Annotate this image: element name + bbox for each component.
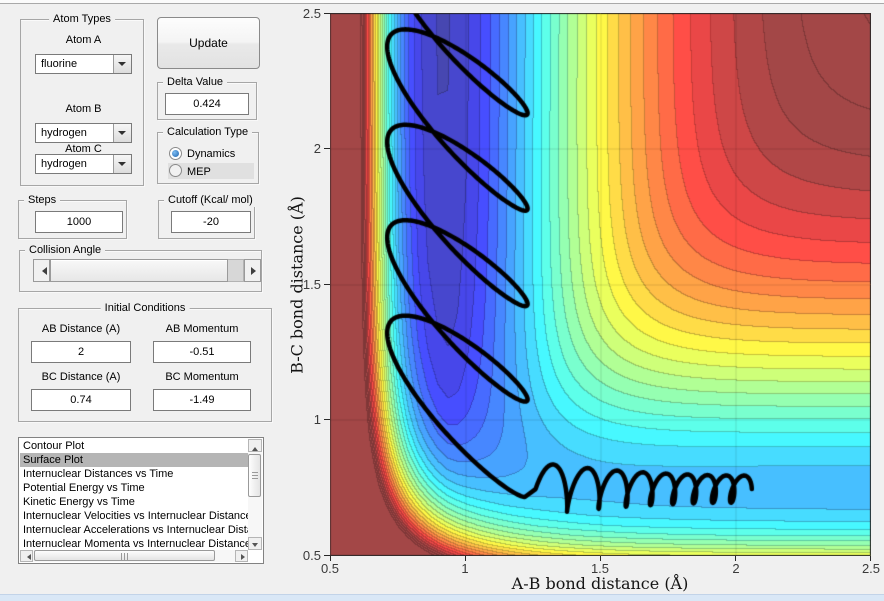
y-tick-label: 2.5 [302, 6, 321, 21]
atom-b-value: hydrogen [41, 127, 87, 139]
list-item[interactable]: Potential Energy vs Time [20, 481, 248, 495]
atom-b-label: Atom B [65, 103, 102, 115]
plot-type-listbox[interactable]: Contour Plot Surface Plot Internuclear D… [18, 437, 264, 564]
initial-conditions-groupbox: Initial Conditions AB Distance (A) AB Mo… [18, 302, 272, 422]
x-axis-label: A-B bond distance (Å) [511, 574, 689, 593]
y-tickmark [324, 148, 330, 149]
slider-left-arrow-button[interactable] [33, 259, 50, 282]
horizontal-scroll-thumb[interactable] [34, 550, 215, 561]
update-button[interactable]: Update [157, 17, 260, 69]
bc-distance-label: BC Distance (A) [41, 371, 121, 383]
app-window: Atom Types Atom A fluorine Atom B hydrog… [0, 0, 884, 601]
bc-momentum-field[interactable]: -1.49 [153, 389, 251, 411]
list-item[interactable]: Kinetic Energy vs Time [20, 495, 248, 509]
bc-distance-field[interactable]: 0.74 [31, 389, 131, 411]
steps-title: Steps [24, 194, 61, 207]
mep-radio-label: MEP [187, 166, 211, 178]
listbox-vertical-scrollbar[interactable] [248, 439, 262, 550]
list-item[interactable]: Internuclear Velocities vs Internuclear … [20, 509, 248, 523]
cutoff-title: Cutoff (Kcal/ mol) [164, 194, 257, 207]
window-bottom-edge [0, 594, 884, 601]
x-tickmark [735, 556, 736, 561]
scroll-down-button[interactable] [248, 537, 262, 550]
list-item-selected[interactable]: Surface Plot [20, 453, 248, 467]
atom-a-dropdown-button[interactable] [113, 55, 131, 73]
ab-distance-label: AB Distance (A) [41, 323, 121, 335]
y-tick-label: 0.5 [302, 548, 321, 563]
pes-contour-plot [330, 13, 871, 556]
mep-radio[interactable] [169, 164, 182, 177]
scroll-right-button[interactable] [235, 550, 248, 562]
atom-a-dropdown[interactable]: fluorine [35, 54, 132, 74]
list-item[interactable]: Internuclear Distances vs Time [20, 467, 248, 481]
arrow-right-icon [241, 554, 248, 560]
ab-momentum-label: AB Momentum [165, 323, 239, 335]
y-tickmark [324, 555, 330, 556]
delta-value-title: Delta Value [163, 76, 228, 89]
steps-field[interactable]: 1000 [35, 211, 123, 233]
calculation-type-groupbox: Calculation Type Dynamics MEP [157, 126, 259, 184]
slider-groove[interactable] [228, 259, 244, 282]
list-item[interactable]: Contour Plot [20, 439, 248, 453]
ab-momentum-field[interactable]: -0.51 [153, 341, 251, 363]
chevron-down-icon [118, 131, 126, 139]
scroll-left-button[interactable] [20, 550, 33, 562]
arrow-right-icon [251, 267, 260, 275]
update-button-label: Update [189, 36, 228, 50]
arrow-left-icon [38, 267, 47, 275]
steps-groupbox: Steps 1000 [18, 194, 127, 239]
arrow-up-icon [252, 444, 258, 451]
delta-value-field[interactable]: 0.424 [165, 93, 249, 115]
y-tickmark [324, 13, 330, 14]
chevron-down-icon [118, 162, 126, 170]
vertical-scroll-thumb[interactable] [248, 454, 261, 497]
x-tickmark [600, 556, 601, 561]
x-tick-label: 0.5 [320, 561, 340, 576]
atom-a-label: Atom A [65, 34, 102, 46]
x-tickmark [870, 556, 871, 561]
initial-conditions-title: Initial Conditions [100, 302, 190, 315]
y-tick-label: 2 [313, 141, 321, 156]
atom-b-dropdown[interactable]: hydrogen [35, 123, 132, 143]
y-tick-label: 1 [313, 412, 321, 427]
listbox-horizontal-scrollbar[interactable] [20, 550, 248, 562]
dynamics-radio[interactable] [169, 147, 182, 160]
chevron-down-icon [118, 62, 126, 70]
delta-value-groupbox: Delta Value 0.424 [157, 76, 257, 120]
calculation-type-title: Calculation Type [163, 126, 253, 139]
cutoff-groupbox: Cutoff (Kcal/ mol) -20 [158, 194, 257, 239]
atom-types-groupbox: Atom Types Atom A fluorine Atom B hydrog… [20, 13, 144, 186]
atom-c-value: hydrogen [41, 158, 87, 170]
atom-b-dropdown-button[interactable] [113, 124, 131, 142]
arrow-left-icon [24, 554, 31, 560]
collision-angle-groupbox: Collision Angle [19, 244, 262, 292]
slider-thumb[interactable] [50, 259, 228, 282]
arrow-down-icon [252, 543, 258, 550]
x-tickmark [465, 556, 466, 561]
list-item[interactable]: Internuclear Accelerations vs Internucle… [20, 523, 248, 537]
y-tickmark [324, 284, 330, 285]
plot-type-list-rows: Contour Plot Surface Plot Internuclear D… [20, 439, 248, 550]
scroll-grip [252, 471, 258, 480]
window-top-edge [0, 0, 884, 4]
atom-c-dropdown-button[interactable] [113, 155, 131, 173]
list-item[interactable]: Internuclear Momenta vs Internuclear Dis… [20, 537, 248, 550]
scroll-grip [120, 553, 129, 560]
scroll-up-button[interactable] [248, 439, 262, 452]
collision-angle-slider[interactable] [33, 259, 261, 282]
y-axis-label: B-C bond distance (Å) [287, 196, 307, 374]
x-tickmark [330, 556, 331, 561]
ab-distance-field[interactable]: 2 [31, 341, 131, 363]
dynamics-radio-label: Dynamics [187, 148, 236, 160]
slider-right-arrow-button[interactable] [244, 259, 261, 282]
cutoff-field[interactable]: -20 [171, 211, 251, 233]
atom-a-value: fluorine [41, 58, 78, 70]
x-tick-label: 2.5 [861, 561, 881, 576]
y-tickmark [324, 419, 330, 420]
bc-momentum-label: BC Momentum [165, 371, 239, 383]
collision-angle-title: Collision Angle [25, 244, 106, 257]
atom-c-dropdown[interactable]: hydrogen [35, 154, 132, 174]
atom-types-title: Atom Types [49, 13, 115, 26]
